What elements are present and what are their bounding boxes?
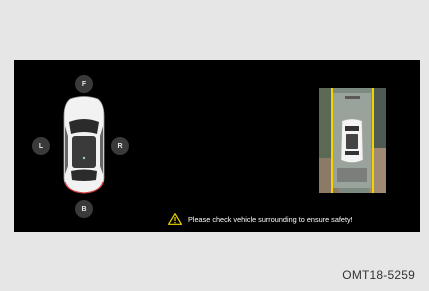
rear-view-button[interactable]: B: [75, 200, 93, 218]
figure-code: OMT18-5259: [342, 268, 415, 282]
right-view-button[interactable]: R: [111, 137, 129, 155]
warning-text: Please check vehicle surrounding to ensu…: [188, 214, 353, 224]
vehicle-top-icon: [63, 96, 105, 194]
front-view-button[interactable]: F: [75, 75, 93, 93]
parking-camera-screen: F L R B Please check vehicle surrounding…: [14, 60, 420, 232]
vehicle-top-view: F L R B: [14, 60, 214, 232]
warning-triangle-icon: [168, 213, 182, 225]
safety-warning: Please check vehicle surrounding to ensu…: [168, 212, 353, 226]
left-view-button[interactable]: L: [32, 137, 50, 155]
camera-view-panel: [319, 88, 386, 193]
surround-camera-image: [319, 88, 386, 193]
